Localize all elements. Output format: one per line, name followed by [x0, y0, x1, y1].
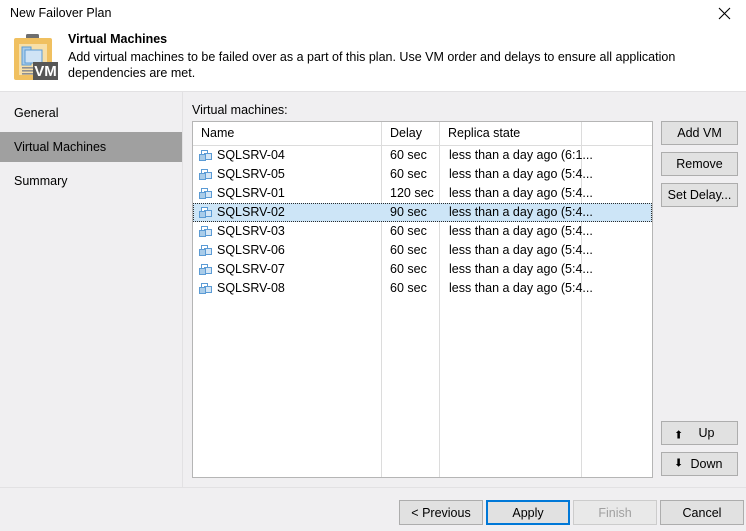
cell-replica-state: less than a day ago (5:4... [441, 241, 646, 260]
sidebar-item-label: General [14, 106, 58, 120]
cell-delay: 120 sec [382, 184, 438, 203]
cell-name: SQLSRV-02 [193, 203, 379, 222]
column-header-replica-state[interactable]: Replica state [440, 122, 582, 145]
sidebar-item-summary[interactable]: Summary [0, 166, 182, 196]
set-delay-button[interactable]: Set Delay... [661, 183, 738, 207]
virtual-machines-list[interactable]: Name Delay Replica state SQLSRV-0460 sec… [192, 121, 653, 478]
column-divider[interactable] [581, 122, 582, 145]
sidebar-item-virtual-machines[interactable]: Virtual Machines [0, 132, 182, 162]
cell-delay: 60 sec [382, 279, 438, 298]
arrow-down-icon: ⬇ [674, 459, 683, 470]
cell-replica-state: less than a day ago (6:1... [441, 146, 646, 165]
wizard-step-sidebar: General Virtual Machines Summary [0, 92, 183, 487]
failover-plan-vm-icon: VM [10, 32, 60, 82]
table-row[interactable]: SQLSRV-0860 secless than a day ago (5:4.… [193, 279, 652, 298]
add-vm-button[interactable]: Add VM [661, 121, 738, 145]
remove-button[interactable]: Remove [661, 152, 738, 176]
table-row[interactable]: SQLSRV-01120 secless than a day ago (5:4… [193, 184, 652, 203]
cell-delay: 60 sec [382, 222, 438, 241]
cell-name: SQLSRV-08 [193, 279, 379, 298]
cell-replica-state: less than a day ago (5:4... [441, 165, 646, 184]
title-bar: New Failover Plan [0, 0, 746, 27]
move-down-button[interactable]: ⬇ Down [661, 452, 738, 476]
cell-delay: 60 sec [382, 165, 438, 184]
cell-name: SQLSRV-04 [193, 146, 379, 165]
sidebar-item-label: Virtual Machines [14, 140, 106, 154]
close-button[interactable] [702, 0, 746, 27]
cancel-button[interactable]: Cancel [660, 500, 744, 525]
cell-replica-state: less than a day ago (5:4... [441, 260, 646, 279]
sidebar-item-label: Summary [14, 174, 67, 188]
page-title: Virtual Machines [68, 32, 167, 46]
table-row[interactable]: SQLSRV-0760 secless than a day ago (5:4.… [193, 260, 652, 279]
list-column-header: Name Delay Replica state [193, 122, 652, 146]
move-up-label: Up [699, 426, 715, 440]
dialog-header: VM Virtual Machines Add virtual machines… [0, 27, 746, 91]
table-row[interactable]: SQLSRV-0360 secless than a day ago (5:4.… [193, 222, 652, 241]
svg-text:VM: VM [34, 63, 57, 80]
arrow-up-icon: ⬇ [674, 428, 683, 439]
cell-replica-state: less than a day ago (5:4... [441, 279, 646, 298]
cell-delay: 90 sec [382, 203, 438, 222]
cell-replica-state: less than a day ago (5:4... [441, 222, 646, 241]
cell-delay: 60 sec [382, 241, 438, 260]
move-up-button[interactable]: ⬇ Up [661, 421, 738, 445]
page-description: Add virtual machines to be failed over a… [68, 49, 740, 81]
previous-button[interactable]: < Previous [399, 500, 483, 525]
cell-replica-state: less than a day ago (5:4... [441, 203, 646, 222]
step-content: Virtual machines: Name Delay Replica sta… [183, 92, 746, 487]
cell-name: SQLSRV-01 [193, 184, 379, 203]
virtual-machines-label: Virtual machines: [192, 103, 288, 117]
table-row[interactable]: SQLSRV-0460 secless than a day ago (6:1.… [193, 146, 652, 165]
sidebar-item-general[interactable]: General [0, 98, 182, 128]
cell-delay: 60 sec [382, 146, 438, 165]
table-row[interactable]: SQLSRV-0290 secless than a day ago (5:4.… [193, 203, 652, 222]
cell-name: SQLSRV-07 [193, 260, 379, 279]
move-down-label: Down [691, 457, 723, 471]
close-icon [718, 7, 731, 20]
cell-name: SQLSRV-05 [193, 165, 379, 184]
table-row[interactable]: SQLSRV-0560 secless than a day ago (5:4.… [193, 165, 652, 184]
table-row[interactable]: SQLSRV-0660 secless than a day ago (5:4.… [193, 241, 652, 260]
dialog-footer: < Previous Apply Finish Cancel [0, 487, 746, 531]
cell-delay: 60 sec [382, 260, 438, 279]
cell-name: SQLSRV-03 [193, 222, 379, 241]
cell-name: SQLSRV-06 [193, 241, 379, 260]
column-header-delay[interactable]: Delay [382, 122, 440, 145]
dialog-body: General Virtual Machines Summary Virtual… [0, 91, 746, 487]
cell-replica-state: less than a day ago (5:4... [441, 184, 646, 203]
finish-button: Finish [573, 500, 657, 525]
apply-button[interactable]: Apply [486, 500, 570, 525]
window-title: New Failover Plan [10, 6, 111, 20]
list-rows: SQLSRV-0460 secless than a day ago (6:1.… [193, 146, 652, 298]
column-header-name[interactable]: Name [193, 122, 382, 145]
